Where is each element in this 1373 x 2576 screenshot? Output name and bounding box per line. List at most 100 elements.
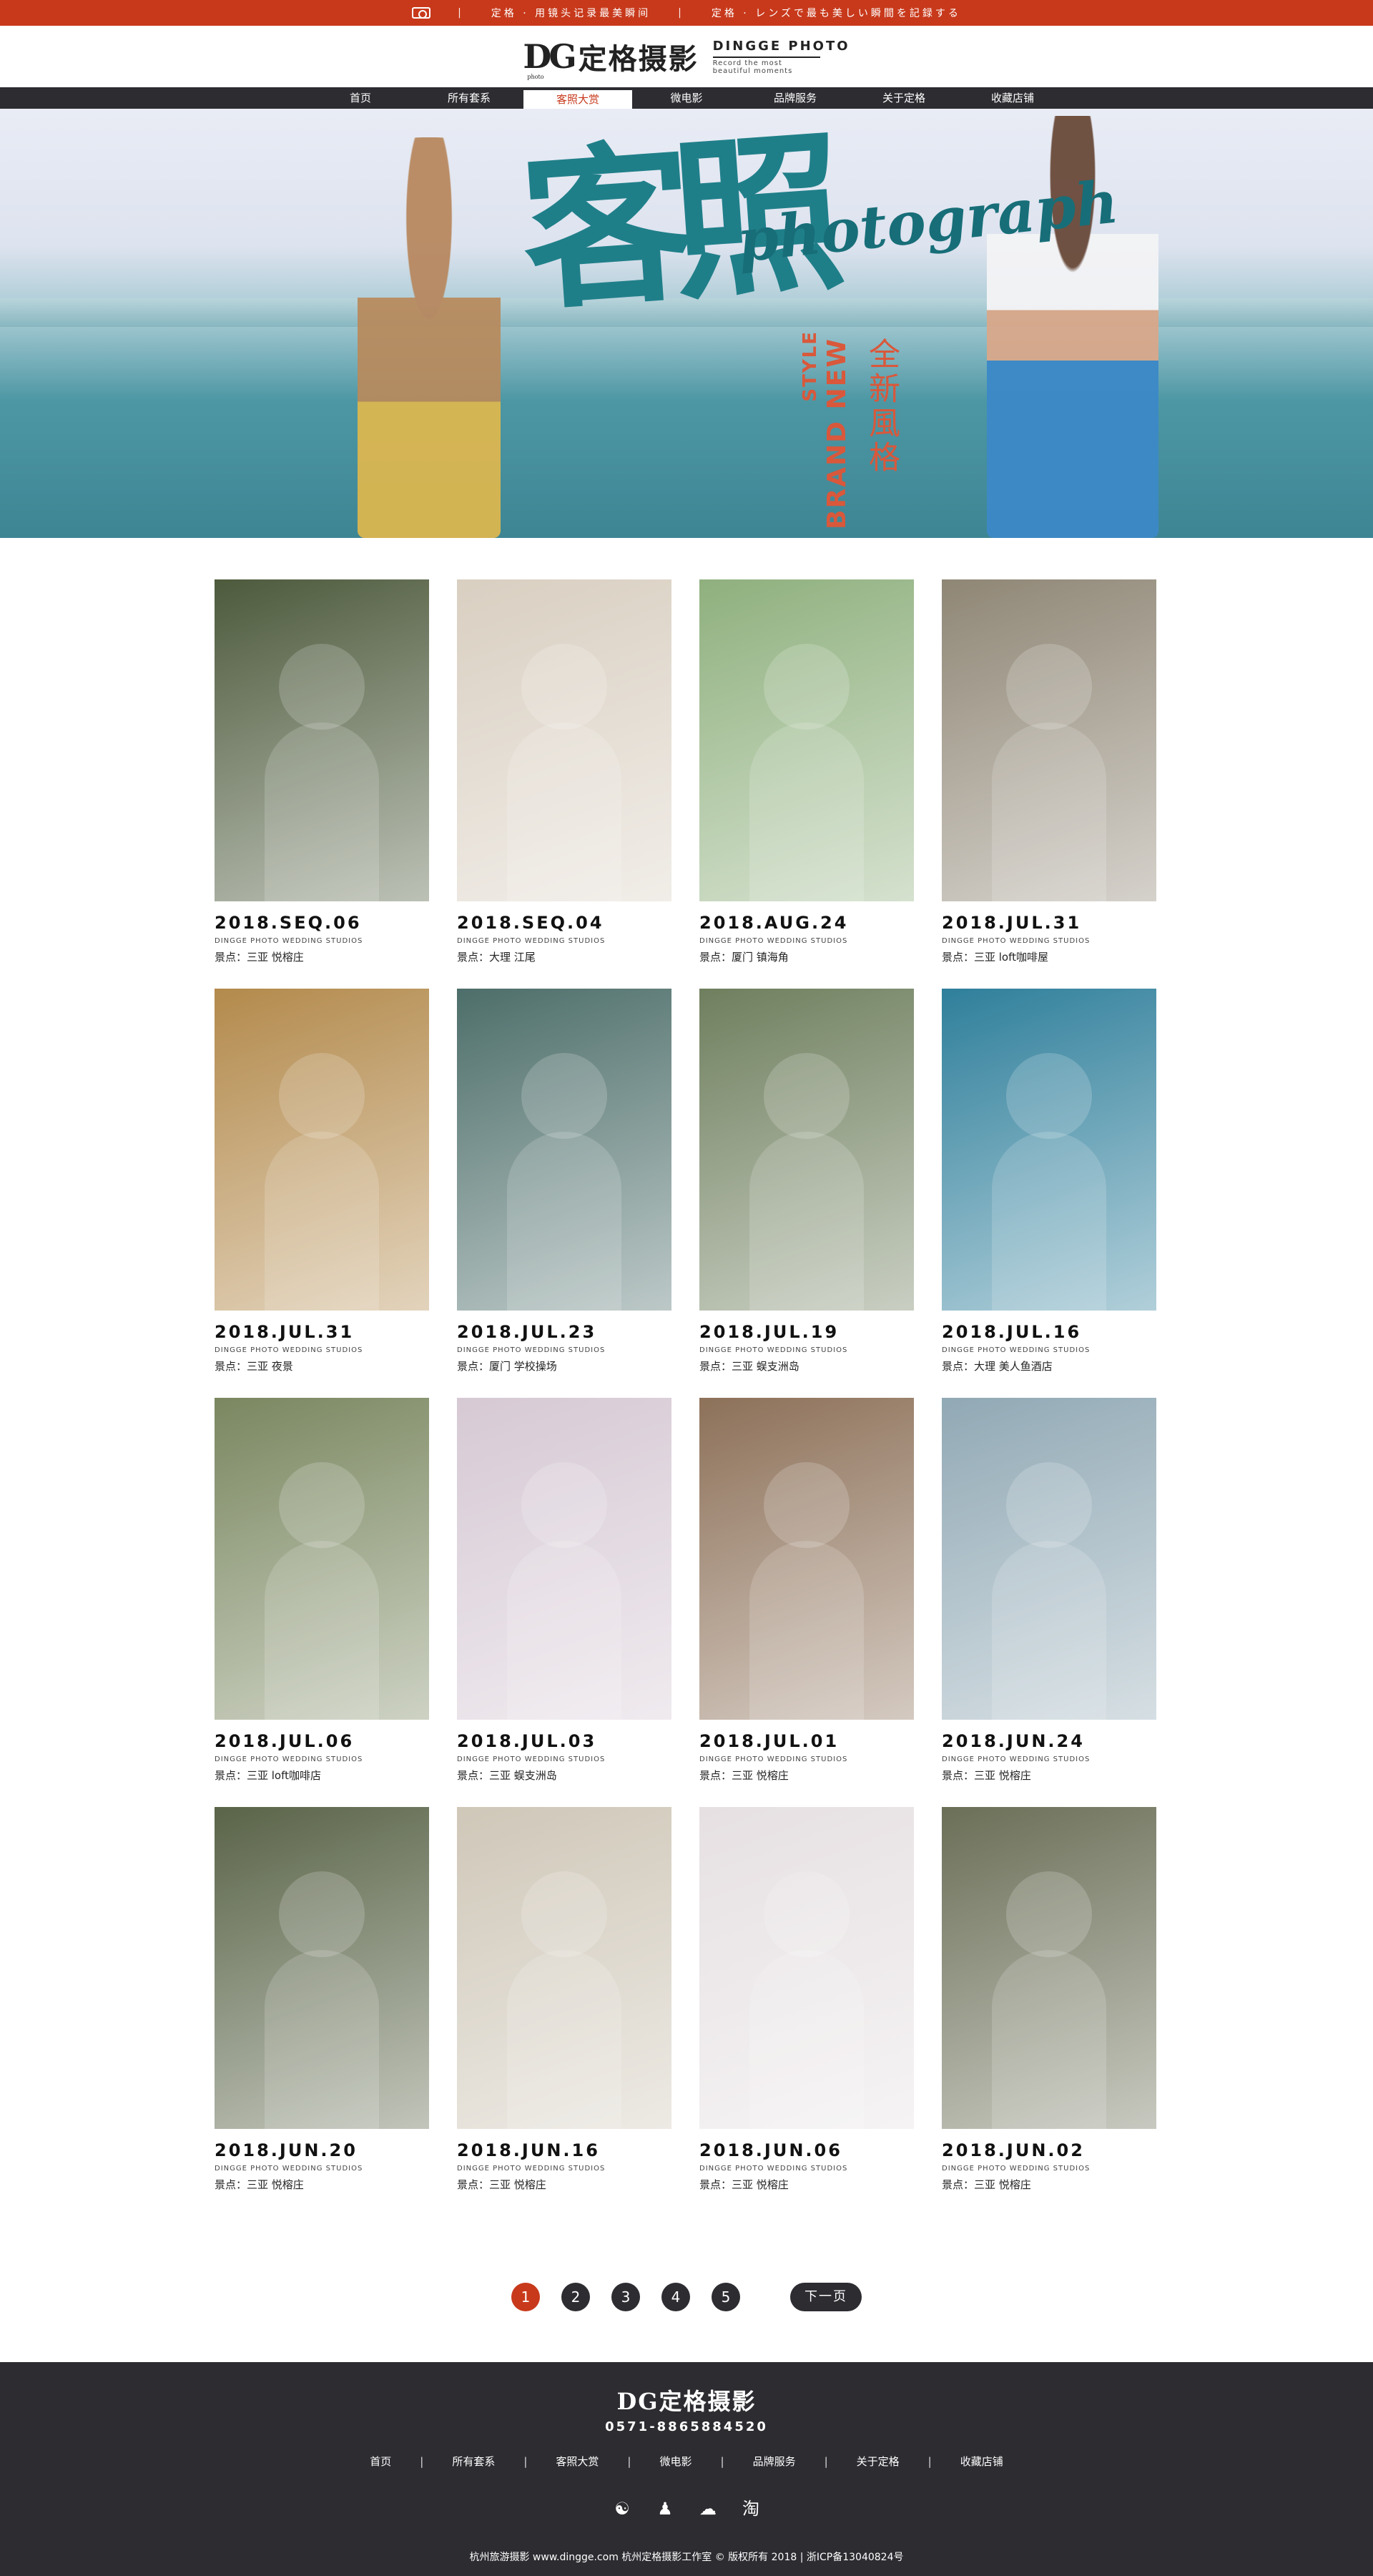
- gallery-photo[interactable]: [457, 989, 671, 1311]
- gallery-studio-line: DINGGE PHOTO WEDDING STUDIOS: [457, 1346, 606, 1354]
- gallery-card[interactable]: 2018.JUL.31 DINGGE PHOTO WEDDING STUDIOS 景…: [942, 579, 1156, 964]
- gallery-studio-line: DINGGE PHOTO WEDDING STUDIOS: [457, 1755, 606, 1763]
- footer-link[interactable]: 关于定格: [828, 2454, 928, 2469]
- gallery-studio-line: DINGGE PHOTO WEDDING STUDIOS: [942, 1346, 1091, 1354]
- gallery-studio-line: DINGGE PHOTO WEDDING STUDIOS: [699, 1346, 848, 1354]
- footer-link[interactable]: 微电影: [631, 2454, 720, 2469]
- hero-photo-groom: [358, 137, 501, 538]
- gallery-card[interactable]: 2018.JUL.16 DINGGE PHOTO WEDDING STUDIOS 景…: [942, 989, 1156, 1373]
- page-number-button[interactable]: 3: [611, 2283, 640, 2311]
- footer-link[interactable]: 收藏店铺: [932, 2454, 1032, 2469]
- gallery-photo[interactable]: [699, 989, 914, 1311]
- footer-social-icons: ☯ ♟ ☁ 淘: [0, 2498, 1373, 2519]
- gallery-photo[interactable]: [699, 1807, 914, 2129]
- topbar-right-text: 定格 · レンズで最も美しい瞬間を記録する: [711, 8, 961, 19]
- gallery-date: 2018.JUL.23: [457, 1322, 597, 1342]
- brand-header: DG photo 定格摄影 DINGGE PHOTO Record the mo…: [0, 26, 1373, 87]
- gallery-date: 2018.AUG.24: [699, 913, 849, 933]
- hero-style-text: STYLE: [799, 330, 821, 402]
- gallery-card[interactable]: 2018.JUL.03 DINGGE PHOTO WEDDING STUDIOS 景…: [457, 1398, 671, 1783]
- gallery-location: 景点：三亚 悦榕庄: [215, 951, 304, 964]
- footer-link[interactable]: 首页: [341, 2454, 420, 2469]
- gallery-date: 2018.JUN.16: [457, 2140, 600, 2160]
- gallery-card[interactable]: 2018.JUN.06 DINGGE PHOTO WEDDING STUDIOS 景…: [699, 1807, 914, 2192]
- page-number-button[interactable]: 2: [561, 2283, 590, 2311]
- footer-phone: 0571-8865884520: [605, 2419, 768, 2434]
- gallery-card[interactable]: 2018.SEQ.04 DINGGE PHOTO WEDDING STUDIOS 景…: [457, 579, 671, 964]
- gallery-date: 2018.JUN.24: [942, 1731, 1085, 1751]
- gallery-card[interactable]: 2018.JUN.16 DINGGE PHOTO WEDDING STUDIOS 景…: [457, 1807, 671, 2192]
- gallery-location: 景点：三亚 悦榕庄: [942, 1769, 1031, 1782]
- nav-item[interactable]: 品牌服务: [741, 87, 850, 109]
- logo-english-name: DINGGE PHOTO: [712, 38, 850, 54]
- gallery-photo[interactable]: [699, 579, 914, 901]
- footer-link[interactable]: 所有套系: [423, 2454, 523, 2469]
- gallery-studio-line: DINGGE PHOTO WEDDING STUDIOS: [699, 2165, 848, 2173]
- gallery-card[interactable]: 2018.SEQ.06 DINGGE PHOTO WEDDING STUDIOS 景…: [215, 579, 429, 964]
- pagination: 1 2 3 4 5 下一页: [0, 2282, 1373, 2312]
- logo-mark[interactable]: DG photo: [523, 40, 576, 80]
- gallery-card[interactable]: 2018.JUL.23 DINGGE PHOTO WEDDING STUDIOS 景…: [457, 989, 671, 1373]
- gallery-photo[interactable]: [215, 579, 429, 901]
- taobao-icon[interactable]: 淘: [740, 2498, 762, 2519]
- gallery-location: 景点：三亚 悦榕庄: [457, 2178, 546, 2191]
- page-number-button[interactable]: 5: [712, 2283, 740, 2311]
- gallery-location: 景点：大理 江尾: [457, 951, 536, 964]
- logo-chinese-name[interactable]: 定格摄影: [579, 36, 699, 77]
- gallery-photo[interactable]: [942, 1398, 1156, 1720]
- gallery-card[interactable]: 2018.JUL.19 DINGGE PHOTO WEDDING STUDIOS 景…: [699, 989, 914, 1373]
- nav-item[interactable]: 首页: [306, 87, 415, 109]
- qq-icon[interactable]: ♟: [654, 2498, 676, 2519]
- gallery-photo[interactable]: [457, 1807, 671, 2129]
- camera-icon: [412, 7, 431, 19]
- page-number-button[interactable]: 4: [661, 2283, 690, 2311]
- gallery-photo[interactable]: [215, 1807, 429, 2129]
- gallery-card[interactable]: 2018.AUG.24 DINGGE PHOTO WEDDING STUDIOS 景…: [699, 579, 914, 964]
- gallery-date: 2018.JUL.31: [942, 913, 1082, 933]
- weibo-icon[interactable]: ☯: [611, 2498, 633, 2519]
- gallery-studio-line: DINGGE PHOTO WEDDING STUDIOS: [699, 1755, 848, 1763]
- gallery-photo[interactable]: [215, 989, 429, 1311]
- main-nav: 首页 所有套系 客照大赏 微电影 品牌服务 关于定格 收藏店铺: [0, 87, 1373, 109]
- gallery-photo[interactable]: [457, 1398, 671, 1720]
- gallery-date: 2018.SEQ.06: [215, 913, 362, 933]
- gallery-card[interactable]: 2018.JUN.02 DINGGE PHOTO WEDDING STUDIOS 景…: [942, 1807, 1156, 2192]
- gallery-studio-line: DINGGE PHOTO WEDDING STUDIOS: [942, 1755, 1091, 1763]
- nav-item[interactable]: 所有套系: [415, 87, 523, 109]
- wechat-icon[interactable]: ☁: [697, 2498, 719, 2519]
- gallery-card[interactable]: 2018.JUL.06 DINGGE PHOTO WEDDING STUDIOS 景…: [215, 1398, 429, 1783]
- logo-tagline: Record the most beautiful moments: [712, 56, 820, 75]
- gallery-date: 2018.JUL.16: [942, 1322, 1082, 1342]
- gallery-photo[interactable]: [942, 989, 1156, 1311]
- gallery-card[interactable]: 2018.JUN.20 DINGGE PHOTO WEDDING STUDIOS 景…: [215, 1807, 429, 2192]
- gallery-photo[interactable]: [457, 579, 671, 901]
- footer-link[interactable]: 客照大赏: [527, 2454, 627, 2469]
- gallery-location: 景点：三亚 悦榕庄: [215, 2178, 304, 2191]
- gallery-card[interactable]: 2018.JUN.24 DINGGE PHOTO WEDDING STUDIOS 景…: [942, 1398, 1156, 1783]
- gallery-studio-line: DINGGE PHOTO WEDDING STUDIOS: [942, 937, 1091, 945]
- top-announcement-bar: | 定格 · 用镜头记录最美瞬间 | 定格 · レンズで最も美しい瞬間を記録する: [0, 0, 1373, 26]
- nav-item[interactable]: 客照大赏: [523, 90, 632, 109]
- next-page-button[interactable]: 下一页: [790, 2283, 862, 2311]
- gallery-studio-line: DINGGE PHOTO WEDDING STUDIOS: [215, 1346, 363, 1354]
- hero-banner: 客照 photograph STYLE BRAND NEW 全新風格: [0, 109, 1373, 538]
- divider: |: [678, 7, 684, 19]
- gallery-grid: 2018.SEQ.06 DINGGE PHOTO WEDDING STUDIOS 景…: [215, 579, 1158, 2192]
- gallery-card[interactable]: 2018.JUL.31 DINGGE PHOTO WEDDING STUDIOS 景…: [215, 989, 429, 1373]
- logo-mark-small: photo: [527, 74, 544, 80]
- gallery-photo[interactable]: [699, 1398, 914, 1720]
- footer-logo[interactable]: DG定格摄影: [0, 2384, 1373, 2416]
- divider: |: [458, 7, 464, 19]
- page-number-button[interactable]: 1: [511, 2283, 540, 2311]
- hero-vertical-chinese: 全新風格: [863, 338, 900, 475]
- logo-english-block: DINGGE PHOTO Record the most beautiful m…: [712, 38, 850, 75]
- gallery-card[interactable]: 2018.JUL.01 DINGGE PHOTO WEDDING STUDIOS 景…: [699, 1398, 914, 1783]
- gallery-photo[interactable]: [942, 579, 1156, 901]
- footer-link[interactable]: 品牌服务: [724, 2454, 825, 2469]
- nav-item[interactable]: 收藏店铺: [958, 87, 1067, 109]
- nav-item[interactable]: 微电影: [632, 87, 741, 109]
- gallery-photo[interactable]: [942, 1807, 1156, 2129]
- gallery-photo[interactable]: [215, 1398, 429, 1720]
- gallery-studio-line: DINGGE PHOTO WEDDING STUDIOS: [215, 937, 363, 945]
- nav-item[interactable]: 关于定格: [850, 87, 958, 109]
